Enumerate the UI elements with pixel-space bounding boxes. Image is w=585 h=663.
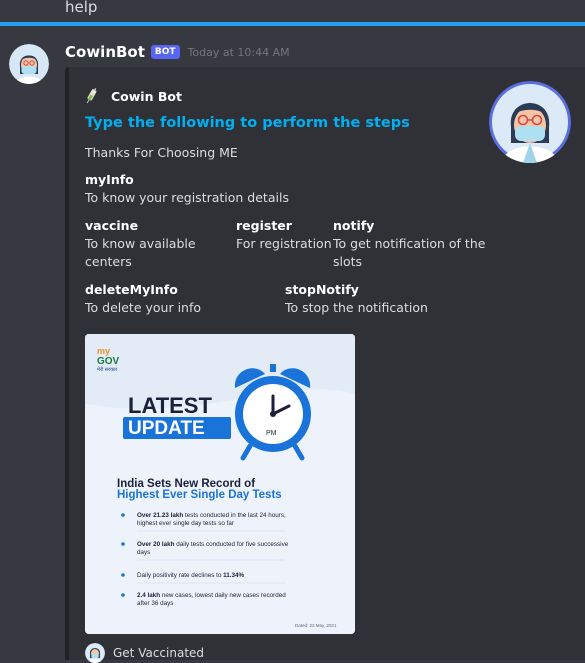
poster-bullet: Daily positivity rate declines to 11.34% (137, 572, 245, 579)
field-notify: notify To get notification of the slots (333, 217, 493, 271)
previous-message: help (65, 0, 98, 16)
syringe-icon (86, 87, 97, 104)
field-value: For registration (236, 236, 332, 251)
poster-bullet: Over 20 lakh daily tests conducted for f… (137, 541, 289, 548)
poster-bullet-line2: highest ever single day tests so far (137, 520, 234, 527)
field-name: stopNotify (285, 282, 359, 297)
poster-latest: LATEST (128, 393, 212, 418)
timestamp[interactable]: Today at 10:44 AM (188, 46, 290, 59)
field-value: To get notification of the slots (333, 236, 486, 269)
poster-bullet: Over 21.23 lakh tests conducted in the l… (137, 512, 286, 519)
bot-avatar[interactable] (9, 44, 49, 84)
field-myinfo: myInfo To know your registration details (85, 171, 385, 207)
field-value: To delete your info (85, 300, 202, 315)
new-message-divider (0, 22, 585, 26)
field-name: register (236, 218, 292, 233)
clock-label: PM (266, 430, 277, 437)
logo-text: my (97, 346, 110, 356)
field-value: To know your registration details (85, 190, 289, 205)
poster-bullet-line2: after 36 days (137, 600, 173, 607)
field-name: deleteMyInfo (85, 282, 178, 297)
logo-text: मेरी सरकार (97, 366, 118, 373)
field-deletemyinfo: deleteMyInfo To delete your info (85, 281, 275, 317)
embed: Cowin Bot Type the following to perform … (65, 67, 585, 663)
field-stopnotify: stopNotify To stop the notification (285, 281, 485, 317)
username[interactable]: CowinBot (65, 43, 145, 61)
poster-update: UPDATE (128, 418, 205, 439)
poster-headline-2: Highest Ever Single Day Tests (117, 489, 282, 501)
embed-image[interactable]: my GOV मेरी सरकार LATEST UPDATE PM India… (85, 334, 355, 634)
doctor-avatar-icon (489, 81, 571, 163)
field-name: notify (333, 218, 375, 233)
field-vaccine: vaccine To know available centers (85, 217, 225, 271)
embed-description: Thanks For Choosing ME (85, 145, 238, 160)
field-register: register For registration (236, 217, 332, 253)
footer-icon (85, 643, 105, 663)
embed-title[interactable]: Type the following to perform the steps (85, 115, 410, 131)
embed-footer: Get Vaccinated (85, 643, 204, 663)
field-name: vaccine (85, 218, 139, 233)
embed-author-name: Cowin Bot (111, 88, 182, 104)
doctor-avatar-icon (9, 44, 49, 84)
doctor-avatar-icon (85, 643, 105, 663)
embed-footer-text: Get Vaccinated (113, 646, 205, 660)
field-name: myInfo (85, 172, 134, 187)
poster-date: Dated: 23 May, 2021 (295, 623, 337, 628)
logo-text: GOV (97, 356, 120, 367)
bot-tag: BOT (150, 45, 180, 59)
embed-thumbnail[interactable] (489, 81, 571, 163)
field-value: To stop the notification (285, 300, 428, 315)
poster-image: my GOV मेरी सरकार LATEST UPDATE PM India… (85, 334, 355, 634)
poster-bullet: 2.4 lakh new cases, lowest daily new cas… (137, 592, 286, 599)
message-header: CowinBot BOT Today at 10:44 AM (65, 43, 290, 61)
poster-bullet-line2: days (137, 549, 150, 556)
embed-author: Cowin Bot (85, 87, 182, 105)
field-value: To know available centers (85, 236, 196, 269)
